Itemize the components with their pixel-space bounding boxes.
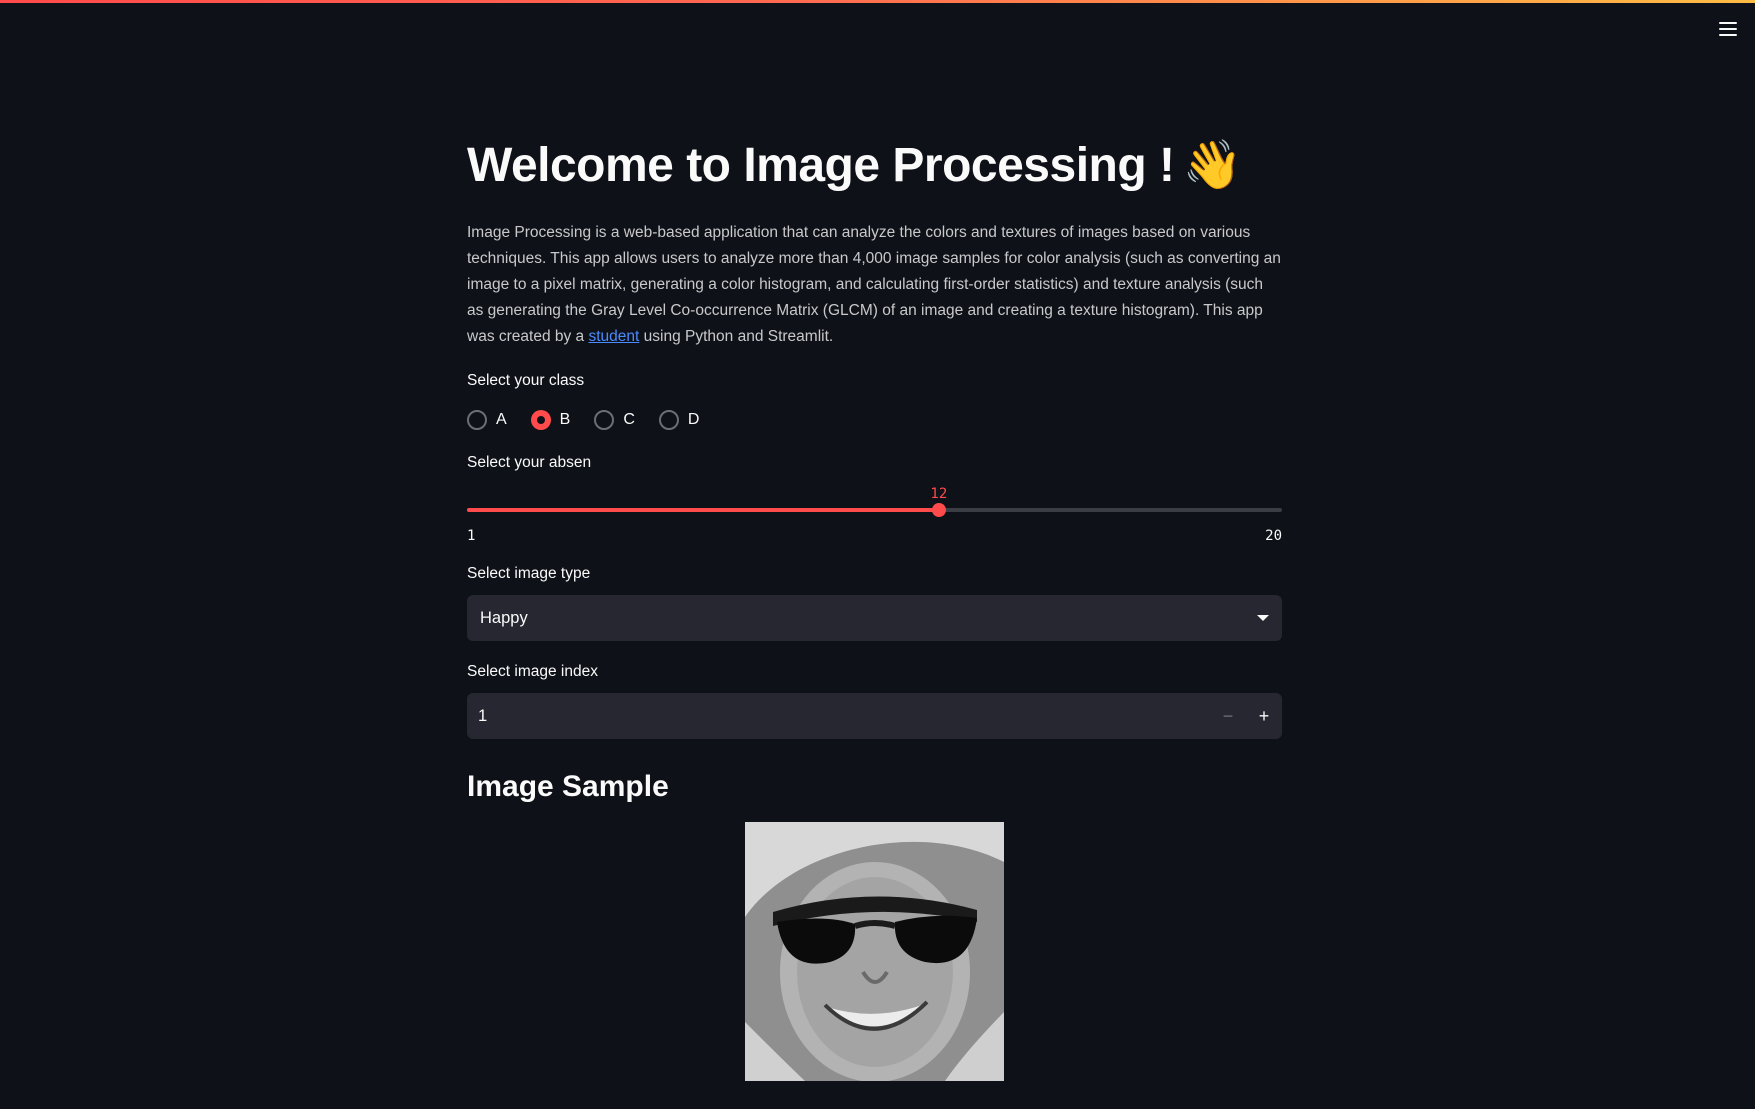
image-type-selected-value: Happy bbox=[480, 608, 528, 627]
top-decoration-bar bbox=[0, 0, 1755, 3]
radio-label: B bbox=[559, 411, 571, 428]
increment-button[interactable]: + bbox=[1246, 693, 1282, 739]
radio-label: C bbox=[623, 411, 635, 428]
hamburger-menu-icon[interactable] bbox=[1715, 18, 1741, 40]
radio-indicator bbox=[467, 410, 487, 430]
class-radio-a[interactable]: A bbox=[467, 410, 507, 430]
slider-thumb[interactable] bbox=[931, 503, 946, 517]
slider-fill bbox=[467, 508, 939, 512]
image-index-input[interactable] bbox=[467, 693, 1210, 739]
class-radio-group: A B C D bbox=[467, 408, 1282, 432]
slider-min-label: 1 bbox=[467, 528, 476, 544]
absen-slider-label: Select your absen bbox=[467, 454, 592, 471]
main-content: Welcome to Image Processing ! 👋 Image Pro… bbox=[467, 128, 1282, 1081]
intro-text-after: using Python and Streamlit. bbox=[639, 328, 834, 345]
class-radio-c[interactable]: C bbox=[594, 410, 635, 430]
waving-hand-icon: 👋 bbox=[1182, 139, 1243, 192]
menu-line bbox=[1719, 22, 1737, 24]
class-radio-b[interactable]: B bbox=[530, 410, 571, 430]
radio-label: A bbox=[496, 411, 507, 428]
page-title: Welcome to Image Processing ! 👋 bbox=[467, 128, 1282, 204]
absen-slider[interactable]: 12 1 20 bbox=[467, 486, 1282, 546]
radio-indicator bbox=[530, 410, 551, 430]
slider-max-label: 20 bbox=[1265, 528, 1282, 544]
image-type-label: Select image type bbox=[467, 565, 591, 582]
intro-text-before: Image Processing is a web-based applicat… bbox=[467, 224, 1281, 345]
menu-line bbox=[1719, 34, 1737, 36]
decrement-button[interactable]: − bbox=[1210, 693, 1246, 739]
sample-face-image bbox=[745, 822, 1004, 1081]
chevron-down-icon bbox=[1257, 615, 1269, 621]
image-type-select[interactable]: Happy bbox=[467, 595, 1282, 641]
page-title-text: Welcome to Image Processing ! bbox=[467, 139, 1175, 192]
class-radio-d[interactable]: D bbox=[658, 410, 700, 430]
menu-line bbox=[1719, 28, 1737, 30]
image-sample-heading: Image Sample bbox=[467, 770, 669, 803]
image-sample-container bbox=[467, 822, 1282, 1081]
image-index-stepper: − + bbox=[467, 693, 1282, 739]
intro-paragraph: Image Processing is a web-based applicat… bbox=[467, 220, 1282, 350]
radio-indicator bbox=[658, 410, 679, 430]
student-link[interactable]: student bbox=[588, 328, 639, 345]
radio-label: D bbox=[687, 411, 700, 428]
slider-current-value: 12 bbox=[930, 486, 948, 502]
image-index-label: Select image index bbox=[467, 663, 598, 680]
radio-indicator bbox=[594, 410, 615, 430]
class-select-label: Select your class bbox=[467, 372, 585, 389]
face-illustration bbox=[745, 822, 1004, 1081]
